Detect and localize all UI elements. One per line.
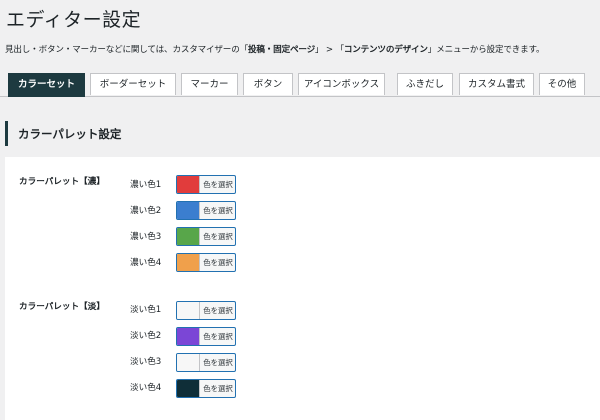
color-swatch (177, 302, 200, 319)
select-color-label: 色を選択 (203, 358, 233, 367)
color-picker-button[interactable]: 色を選択 (176, 327, 236, 346)
section-title: カラーパレット設定 (18, 127, 122, 141)
color-swatch (177, 328, 200, 345)
color-swatch (177, 176, 200, 193)
color-picker-button[interactable]: 色を選択 (176, 353, 236, 372)
select-color-label: 色を選択 (203, 332, 233, 341)
color-row-label: 淡い色4 (130, 383, 162, 393)
select-color-label: 色を選択 (203, 384, 233, 393)
color-row-label: 淡い色3 (130, 357, 162, 367)
tab-marker[interactable]: マーカー (181, 73, 238, 95)
select-color-label: 色を選択 (203, 232, 233, 241)
tab-button[interactable]: ボタン (243, 73, 293, 95)
color-picker-button[interactable]: 色を選択 (176, 301, 236, 320)
select-color-label: 色を選択 (203, 306, 233, 315)
tab-custom-format[interactable]: カスタム書式 (459, 73, 534, 95)
tab-border-set[interactable]: ボーダーセット (90, 73, 176, 95)
color-swatch (177, 202, 200, 219)
color-picker-button[interactable]: 色を選択 (176, 175, 236, 194)
color-picker-button[interactable]: 色を選択 (176, 201, 236, 220)
color-swatch (177, 354, 200, 371)
color-row-label: 濃い色3 (130, 232, 162, 242)
description-suffix: 」メニューから設定できます。 (427, 45, 545, 55)
color-picker-button[interactable]: 色を選択 (176, 227, 236, 246)
color-swatch (177, 380, 200, 397)
group-label-dark: カラーパレット【濃】 (19, 177, 105, 187)
tab-icon-box[interactable]: アイコンボックス (298, 73, 385, 95)
tab-other[interactable]: その他 (539, 73, 585, 95)
description-prefix: 見出し・ボタン・マーカーなどに関しては、カスタマイザーの「 (5, 45, 248, 55)
select-color-label: 色を選択 (203, 180, 233, 189)
color-swatch (177, 254, 200, 271)
tab-speech-bubble[interactable]: ふきだし (397, 73, 453, 95)
select-color-label: 色を選択 (203, 258, 233, 267)
color-row-label: 濃い色4 (130, 258, 162, 268)
color-row-label: 濃い色2 (130, 206, 162, 216)
page-title: エディター設定 (6, 9, 142, 31)
color-picker-button[interactable]: 色を選択 (176, 379, 236, 398)
select-color-label: 色を選択 (203, 206, 233, 215)
description-link-posts: 投稿・固定ページ (248, 45, 315, 55)
tab-bar: カラーセット ボーダーセット マーカー ボタン アイコンボックス ふきだし カス… (0, 73, 600, 97)
color-picker-button[interactable]: 色を選択 (176, 253, 236, 272)
color-row-label: 淡い色1 (130, 305, 162, 315)
section-header: カラーパレット設定 (5, 121, 600, 146)
tab-color-set[interactable]: カラーセット (8, 73, 85, 97)
description-mid: 」 > 「 (314, 45, 344, 55)
color-swatch (177, 228, 200, 245)
color-row-label: 濃い色1 (130, 180, 162, 190)
group-label-light: カラーパレット【淡】 (19, 302, 105, 312)
color-palette-panel: カラーパレット【濃】 濃い色1 色を選択 濃い色2 色を選択 濃い色3 色を選択… (5, 157, 600, 420)
description-link-content-design: コンテンツのデザイン (343, 45, 428, 55)
color-row-label: 淡い色2 (130, 331, 162, 341)
description: 見出し・ボタン・マーカーなどに関しては、カスタマイザーの「投稿・固定ページ」 >… (5, 43, 600, 55)
